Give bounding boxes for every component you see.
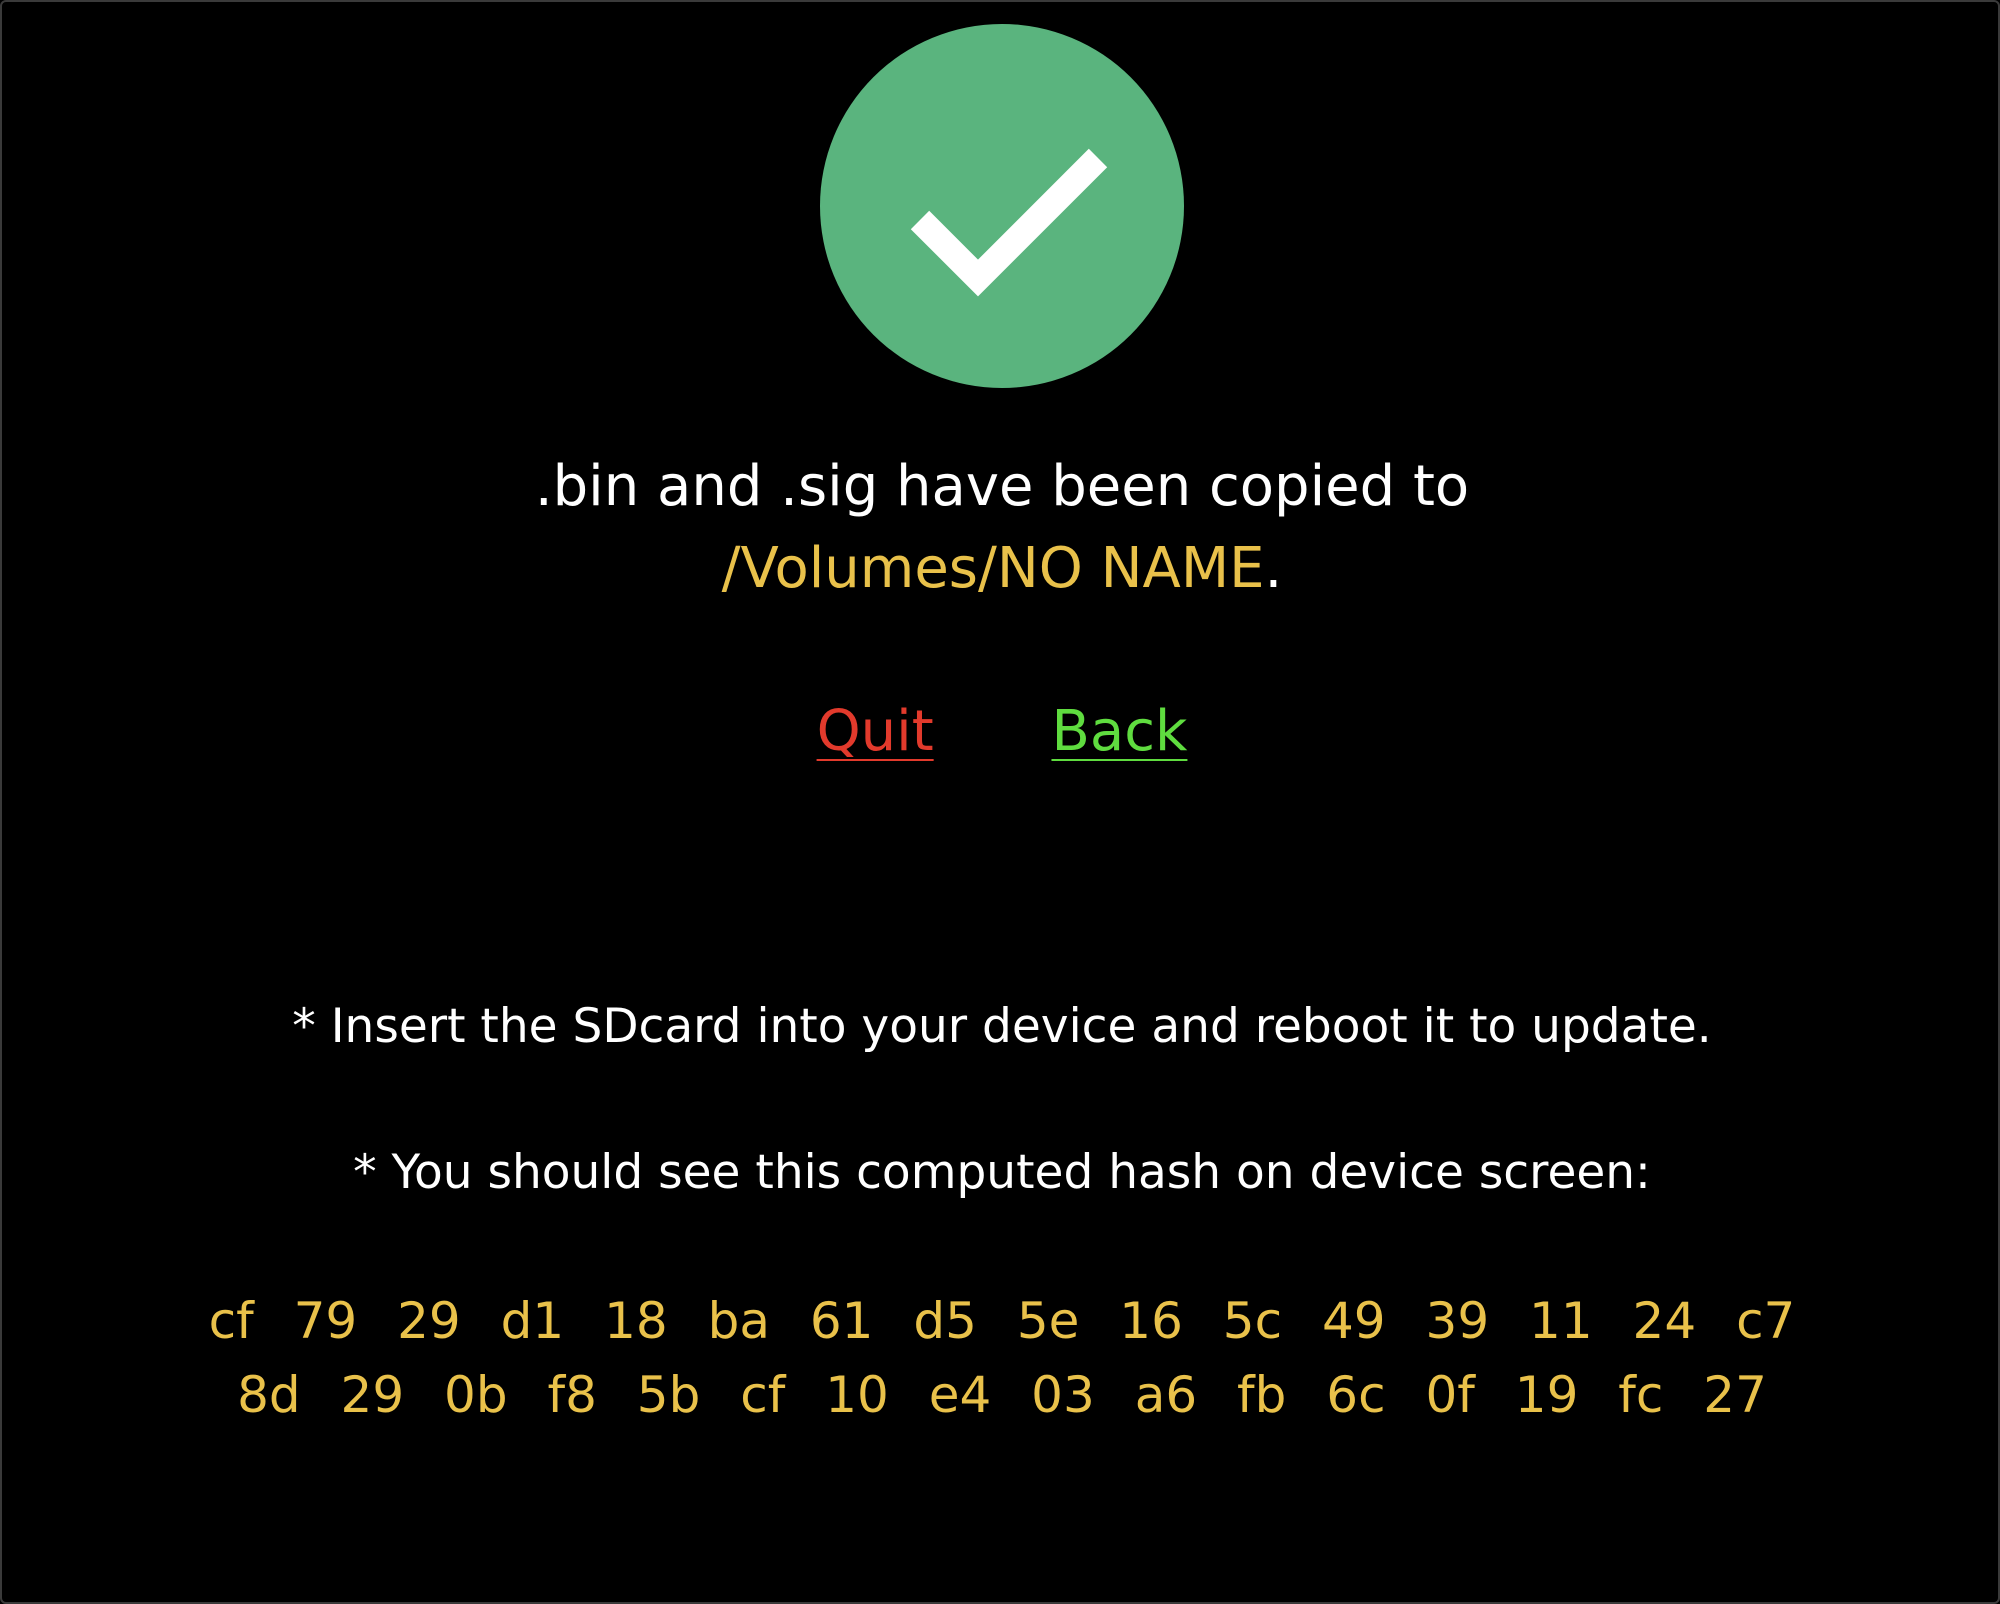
destination-path: /Volumes/NO NAME <box>721 536 1265 601</box>
quit-link[interactable]: Quit <box>817 692 934 772</box>
hash-line-1: cf 79 29 d1 18 ba 61 d5 5e 16 5c 49 39 1… <box>208 1292 1796 1350</box>
action-links: Quit Back <box>2 692 2000 772</box>
insert-sdcard-note: * Insert the SDcard into your device and… <box>292 999 1712 1054</box>
destination-suffix: . <box>1264 536 1283 601</box>
checkmark-icon <box>820 24 1184 388</box>
back-link[interactable]: Back <box>1051 692 1187 772</box>
destination-line: /Volumes/NO NAME. <box>2 529 2000 609</box>
success-dialog: .bin and .sig have been copied to /Volum… <box>0 0 2000 1604</box>
copied-message: .bin and .sig have been copied to <box>534 454 1470 519</box>
hash-hint-note: * You should see this computed hash on d… <box>353 1145 1651 1200</box>
hash-line-2: 8d 29 0b f8 5b cf 10 e4 03 a6 fb 6c 0f 1… <box>237 1366 1767 1424</box>
